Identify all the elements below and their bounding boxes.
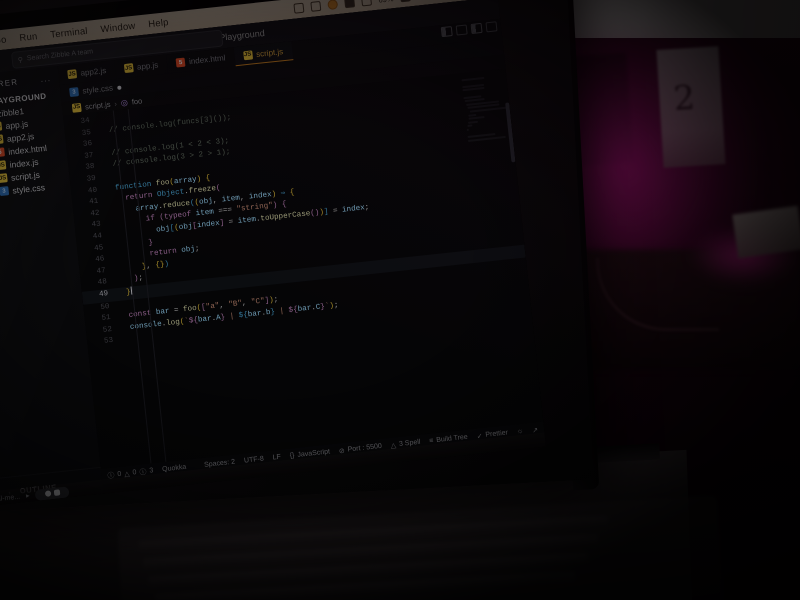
menubar-battery: 69%	[378, 0, 394, 4]
minimap-line	[461, 76, 485, 81]
explorer-actions-icon[interactable]: ...	[40, 73, 52, 84]
explorer-title: EXPLORER	[0, 76, 19, 92]
unsaved-indicator	[116, 85, 122, 90]
control-center-icon[interactable]	[399, 0, 411, 3]
menubar-item-help[interactable]: Help	[148, 17, 169, 30]
dock-chevron-icon: ▸	[25, 492, 30, 500]
panel-left-icon[interactable]	[440, 26, 453, 38]
spotlight-icon[interactable]	[360, 0, 372, 7]
code-text: }	[117, 286, 133, 300]
background-papers	[732, 205, 800, 259]
file-tree-label: style.css	[11, 181, 46, 196]
menubar-item-go[interactable]: Go	[0, 34, 7, 46]
menubar-item-terminal[interactable]: Terminal	[50, 25, 88, 40]
laptop-screen: mViewGoRunTerminalWindowHelp 69% Wed 17 …	[0, 0, 546, 507]
circle-icon	[44, 490, 52, 497]
dock-app-label[interactable]: social-me...	[0, 493, 20, 504]
editor-tab-label: style.css	[81, 83, 114, 96]
js-file-icon: JS	[0, 121, 3, 132]
menubar-item-run[interactable]: Run	[19, 31, 38, 44]
js-file-icon: JS	[123, 63, 134, 74]
js-file-icon: JS	[0, 173, 8, 184]
js-file-icon: JS	[67, 69, 78, 80]
js-file-icon: JS	[0, 160, 7, 171]
history-icon[interactable]: ⏱	[0, 55, 1, 66]
css-file-icon: 3	[0, 186, 9, 197]
background-poster: 2	[656, 46, 726, 168]
layout-grid-icon[interactable]	[485, 21, 498, 33]
file-tree-label: app.js	[4, 118, 29, 131]
html-file-icon: 5	[175, 57, 186, 68]
search-icon: ⚲	[17, 56, 24, 64]
vscode-window: ← → ⏱ ⚲ Search Zibble A team script.js —…	[0, 0, 546, 507]
line-number: 53	[103, 337, 114, 347]
breadcrumb-file[interactable]: script.js	[85, 99, 111, 111]
refresh-icon[interactable]	[310, 0, 322, 12]
headphones-icon	[53, 489, 61, 496]
laptop-lid: mViewGoRunTerminalWindowHelp 69% Wed 17 …	[0, 0, 594, 512]
minimap-line	[462, 87, 486, 92]
js-file-icon: JS	[71, 102, 82, 113]
editor-layout-actions[interactable]	[440, 21, 498, 38]
battery-icon[interactable]	[344, 0, 356, 9]
editor-tab-label: script.js	[255, 46, 284, 59]
editor-area: JS app2.js JS app.js 5 index.html JS script.js …	[57, 18, 546, 494]
vscode-body: ❐⌕⚭1▷⚙1⋯ EXPLORER ... ▾ JSPLAYGROUND ›zi…	[0, 18, 546, 507]
editor-tab-label: app2.js	[80, 66, 107, 78]
minimap-line	[468, 116, 485, 120]
minimap-line	[466, 128, 470, 131]
editor-tab-label: index.html	[188, 53, 226, 67]
editor-tab-label: app.js	[136, 60, 159, 72]
photo-scene: 2 mViewGoRunTerminalWindowHelp 69%	[0, 0, 800, 600]
breadcrumb-separator: ›	[113, 98, 118, 108]
code-editor[interactable]: 34 35 // console.log(funcs[3]()); 36 37 // …	[62, 68, 544, 469]
method-symbol-icon: ◎	[120, 97, 129, 108]
search-placeholder: Search Zibble A team	[26, 48, 94, 63]
nav-buttons[interactable]: ← → ⏱	[0, 55, 1, 69]
panel-right-icon[interactable]	[470, 22, 483, 34]
menubar-item-window[interactable]: Window	[100, 20, 136, 35]
js-file-icon: JS	[0, 134, 4, 145]
file-tree[interactable]: ›zibble1JSapp.jsJSapp2.js5index.htmlJSin…	[0, 100, 71, 202]
dropbox-icon[interactable]	[327, 0, 339, 11]
minimap-line	[467, 124, 473, 128]
minimap-line	[468, 120, 478, 124]
html-file-icon: 5	[0, 147, 5, 158]
css-file-icon: 3	[69, 87, 79, 98]
minimap-line	[468, 113, 476, 117]
panel-bottom-icon[interactable]	[455, 24, 468, 36]
js-file-icon: JS	[242, 49, 253, 60]
breadcrumb-symbol[interactable]: foo	[131, 96, 142, 106]
dock-widget[interactable]	[34, 485, 70, 501]
shield-icon[interactable]	[293, 2, 305, 14]
